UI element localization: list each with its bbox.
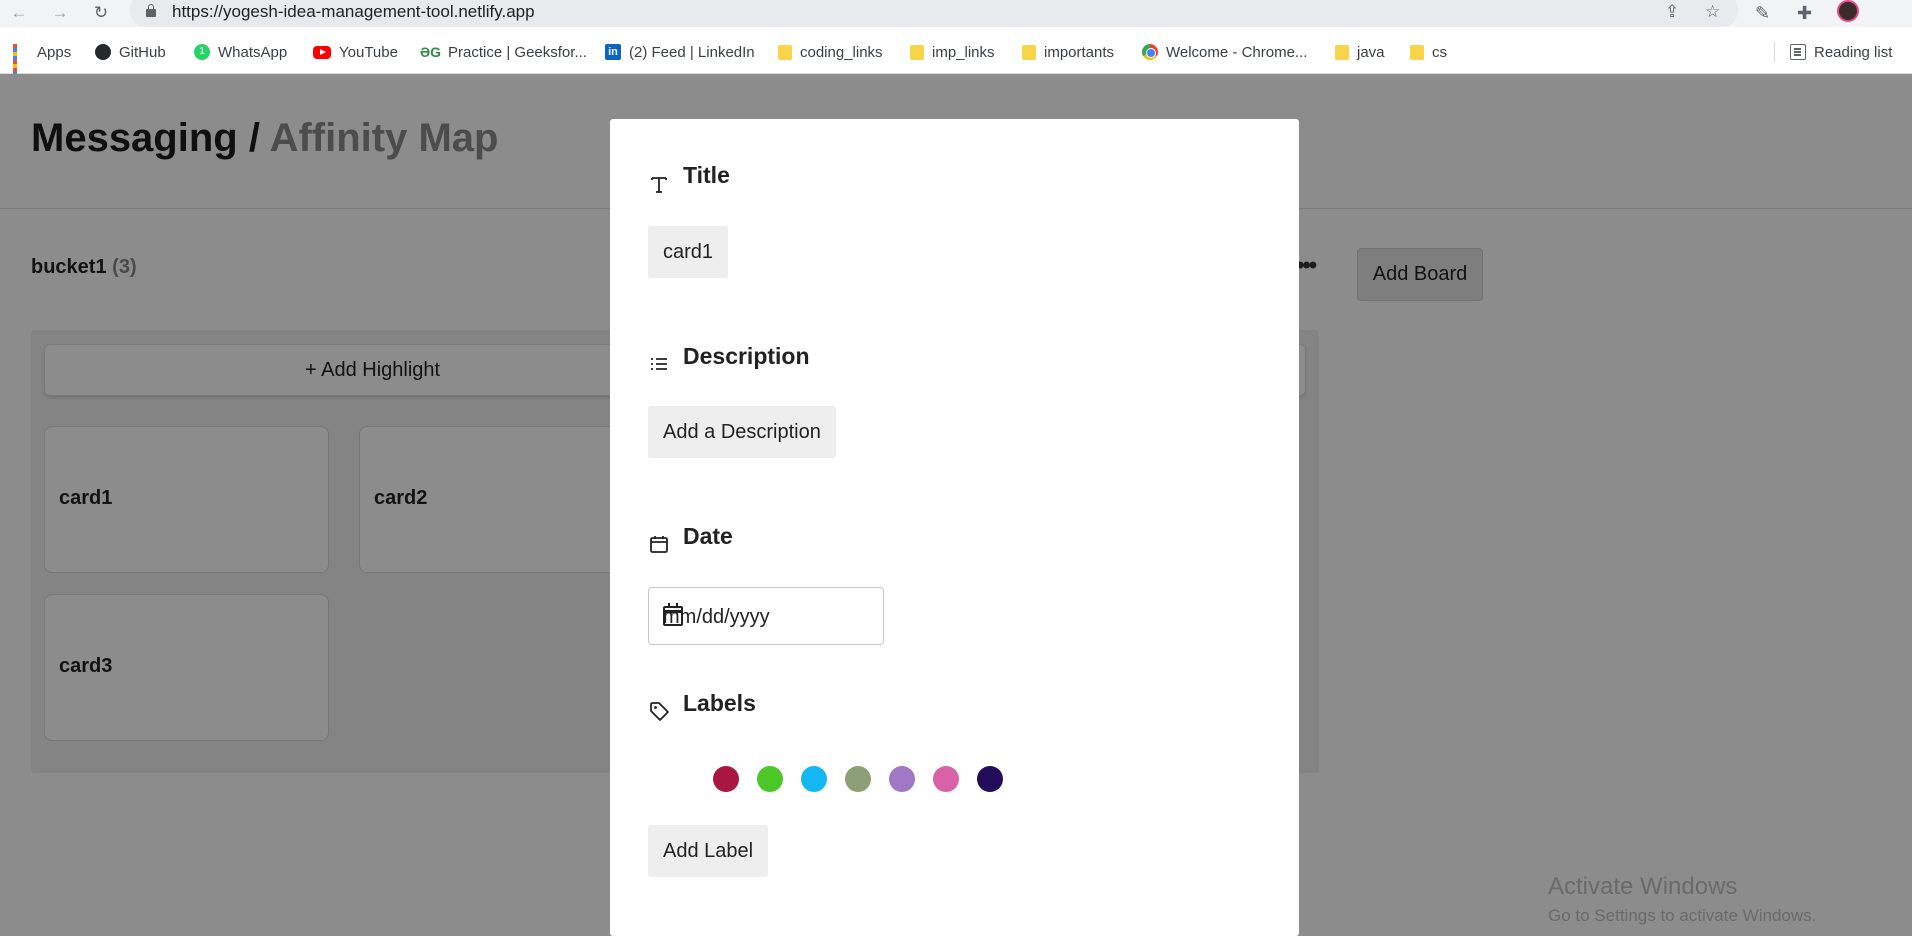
bookmarks-bar: Apps GitHub 1 WhatsApp YouTube ƏG Practi… <box>0 27 1912 80</box>
reading-list-button[interactable]: Reading list <box>1790 42 1892 62</box>
bookmark-label: imp_links <box>932 43 995 61</box>
labels-heading: Labels <box>683 690 756 716</box>
extension-icon[interactable]: ✎ <box>1755 3 1770 24</box>
date-heading: Date <box>683 523 733 549</box>
label-color-swatch[interactable] <box>757 766 783 792</box>
add-description-button[interactable]: Add a Description <box>648 406 836 458</box>
label-color-swatch[interactable] <box>889 766 915 792</box>
title-heading: Title <box>683 162 730 188</box>
bookmark-label: cs <box>1432 43 1447 61</box>
bookmark-label: java <box>1357 43 1385 61</box>
geeksforgeeks-icon: ƏG <box>420 44 442 60</box>
folder-icon <box>1335 44 1349 60</box>
share-icon[interactable]: ⇪ <box>1665 2 1679 22</box>
bookmark-label: Practice | Geeksfor... <box>448 43 587 61</box>
bookmark-coding-links[interactable]: coding_links <box>778 42 883 62</box>
github-icon <box>95 44 111 60</box>
folder-icon <box>778 44 792 60</box>
folder-icon <box>1022 44 1036 60</box>
bookmark-geeksforgeeks[interactable]: ƏG Practice | Geeksfor... <box>420 42 587 62</box>
text-icon <box>651 177 667 193</box>
card-detail-modal: Title card1 Description Add a Descriptio… <box>610 119 1299 936</box>
whatsapp-icon: 1 <box>194 44 210 60</box>
tag-icon <box>650 702 669 721</box>
star-icon[interactable]: ☆ <box>1705 2 1720 22</box>
title-value-button[interactable]: card1 <box>648 226 729 278</box>
label-color-swatch[interactable] <box>713 766 739 792</box>
date-picker-icon[interactable] <box>663 603 683 626</box>
calendar-icon <box>650 536 668 553</box>
description-heading: Description <box>683 343 810 369</box>
folder-icon <box>910 44 924 60</box>
bookmark-label: GitHub <box>119 43 166 61</box>
bookmark-label: Welcome - Chrome... <box>1166 43 1308 61</box>
label-color-swatch[interactable] <box>801 766 827 792</box>
bookmark-importants[interactable]: importants <box>1022 42 1114 62</box>
profile-avatar[interactable] <box>1837 0 1859 22</box>
youtube-icon <box>313 45 331 59</box>
chrome-icon <box>1142 44 1158 60</box>
bookmark-label: coding_links <box>800 43 883 61</box>
bookmark-linkedin[interactable]: in (2) Feed | LinkedIn <box>605 42 755 62</box>
bookmark-java[interactable]: java <box>1335 42 1385 62</box>
watermark-title: Activate Windows <box>1548 873 1738 900</box>
reading-list-label: Reading list <box>1814 43 1893 61</box>
linkedin-icon: in <box>605 44 621 60</box>
label-color-swatch[interactable] <box>977 766 1003 792</box>
bookmark-label: (2) Feed | LinkedIn <box>629 43 755 61</box>
date-input[interactable]: mm/dd/yyyy <box>648 587 884 645</box>
puzzle-icon[interactable]: ✚ <box>1797 3 1812 24</box>
bookmark-whatsapp[interactable]: 1 WhatsApp <box>194 42 287 62</box>
url-text[interactable]: https://yogesh-idea-management-tool.netl… <box>172 2 535 22</box>
bookmarks-divider <box>1774 42 1775 62</box>
apps-grid-icon <box>13 44 29 80</box>
bookmark-label: YouTube <box>339 43 398 61</box>
bookmark-youtube[interactable]: YouTube <box>313 42 398 62</box>
watermark-subtitle: Go to Settings to activate Windows. <box>1548 906 1817 925</box>
folder-icon <box>1410 44 1424 60</box>
label-color-swatch[interactable] <box>933 766 959 792</box>
bookmark-github[interactable]: GitHub <box>95 42 166 62</box>
reading-list-icon <box>1790 44 1806 60</box>
bookmark-label: WhatsApp <box>218 43 288 61</box>
list-icon <box>651 358 667 370</box>
bookmark-cs[interactable]: cs <box>1410 42 1447 62</box>
back-icon[interactable]: ← <box>8 2 30 24</box>
label-color-picker <box>713 766 1003 792</box>
bookmark-chrome-welcome[interactable]: Welcome - Chrome... <box>1142 42 1307 62</box>
forward-icon[interactable]: → <box>49 2 71 24</box>
lock-icon <box>146 4 156 19</box>
reload-icon[interactable]: ↻ <box>90 2 112 24</box>
bookmark-apps[interactable]: Apps <box>13 42 72 80</box>
label-color-swatch[interactable] <box>845 766 871 792</box>
bookmark-imp-links[interactable]: imp_links <box>910 42 995 62</box>
address-bar[interactable]: https://yogesh-idea-management-tool.netl… <box>130 0 1738 28</box>
bookmark-label: importants <box>1044 43 1115 61</box>
browser-toolbar: ← → ↻ https://yogesh-idea-management-too… <box>0 0 1912 28</box>
bookmark-label: Apps <box>37 43 72 61</box>
add-label-button[interactable]: Add Label <box>648 825 769 877</box>
